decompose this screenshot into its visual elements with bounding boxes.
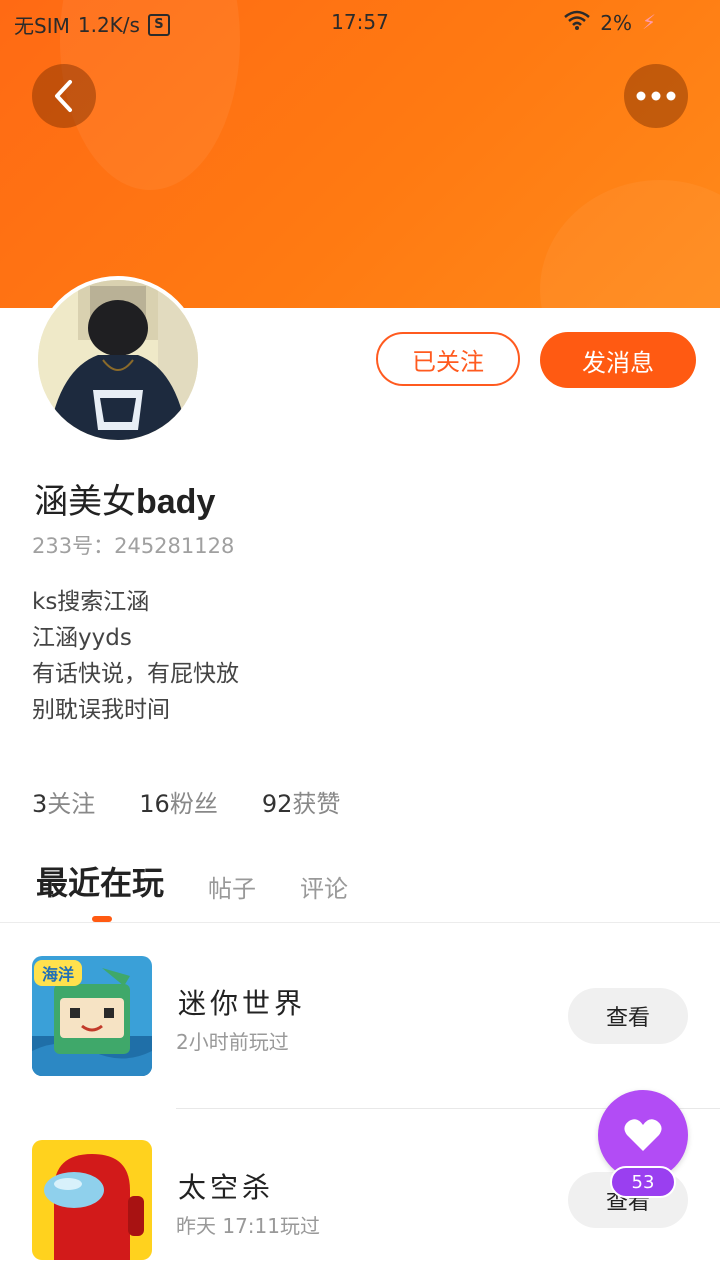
- bio-line: 江涵yyds: [32, 625, 132, 651]
- view-button[interactable]: 查看: [568, 988, 688, 1044]
- avatar[interactable]: [34, 276, 202, 444]
- bio-line: ks搜索江涵: [32, 589, 150, 615]
- user-id-label: 233号：: [32, 534, 115, 558]
- profile-header-background: [0, 0, 720, 308]
- avatar-photo: [38, 280, 198, 440]
- game-last-played: 昨天 17:11玩过: [176, 1214, 320, 1238]
- battery-percent: 2%: [600, 10, 632, 35]
- tab-posts[interactable]: 帖子: [208, 869, 256, 904]
- followed-button[interactable]: 已关注: [376, 332, 520, 386]
- status-bar: 无SIM 1.2K/s S 17:57 2% ⚡: [0, 0, 720, 46]
- user-id: 233号：245281128: [32, 530, 234, 560]
- game-last-played: 2小时前玩过: [176, 1030, 289, 1054]
- tab-recently-played[interactable]: 最近在玩: [36, 858, 164, 904]
- among-us-game-icon: [32, 1140, 152, 1260]
- decor-blob: [540, 180, 720, 308]
- game-title: 迷你世界: [178, 987, 307, 1020]
- stat-likes[interactable]: 92获赞: [262, 784, 341, 819]
- wifi-icon: [564, 10, 591, 35]
- back-button[interactable]: [32, 64, 96, 128]
- profile-name: 涵美女bady: [34, 474, 215, 523]
- stat-following[interactable]: 3关注: [32, 784, 95, 819]
- more-button[interactable]: [624, 64, 688, 128]
- stat-followers[interactable]: 16粉丝: [139, 784, 218, 819]
- divider: [0, 922, 720, 923]
- like-count-badge: 53: [610, 1166, 676, 1198]
- mini-world-icon-text: 海洋: [42, 965, 74, 984]
- more-dots-icon: [636, 91, 676, 101]
- bio-line: 有话快说，有屁快放: [32, 661, 239, 687]
- tab-comments[interactable]: 评论: [300, 869, 348, 904]
- profile-name-main: 涵美女: [34, 482, 136, 522]
- user-id-value: 245281128: [114, 534, 235, 558]
- stat-value: 16: [139, 790, 170, 818]
- profile-name-suffix: bady: [136, 483, 216, 521]
- chevron-left-icon: [55, 80, 72, 112]
- game-title: 太空杀: [178, 1171, 275, 1204]
- stat-label: 粉丝: [169, 790, 218, 818]
- charging-icon: ⚡: [641, 10, 656, 34]
- profile-tabs: 最近在玩 帖子 评论: [36, 858, 348, 904]
- bio-line: 别耽误我时间: [32, 697, 170, 723]
- mini-world-game-icon: 海洋: [32, 956, 152, 1076]
- heart-icon: [624, 1119, 662, 1151]
- stat-label: 关注: [47, 790, 96, 818]
- send-message-button[interactable]: 发消息: [540, 332, 696, 388]
- stat-label: 获赞: [292, 790, 341, 818]
- profile-stats: 3关注 16粉丝 92获赞: [32, 784, 340, 819]
- list-item[interactable]: 海洋 迷你世界 2小时前玩过 查看: [0, 956, 720, 1076]
- profile-bio: ks搜索江涵 江涵yyds 有话快说，有屁快放 别耽误我时间: [32, 584, 239, 728]
- stat-value: 92: [261, 790, 293, 818]
- status-right: 2%: [564, 10, 632, 35]
- stat-value: 3: [32, 790, 48, 818]
